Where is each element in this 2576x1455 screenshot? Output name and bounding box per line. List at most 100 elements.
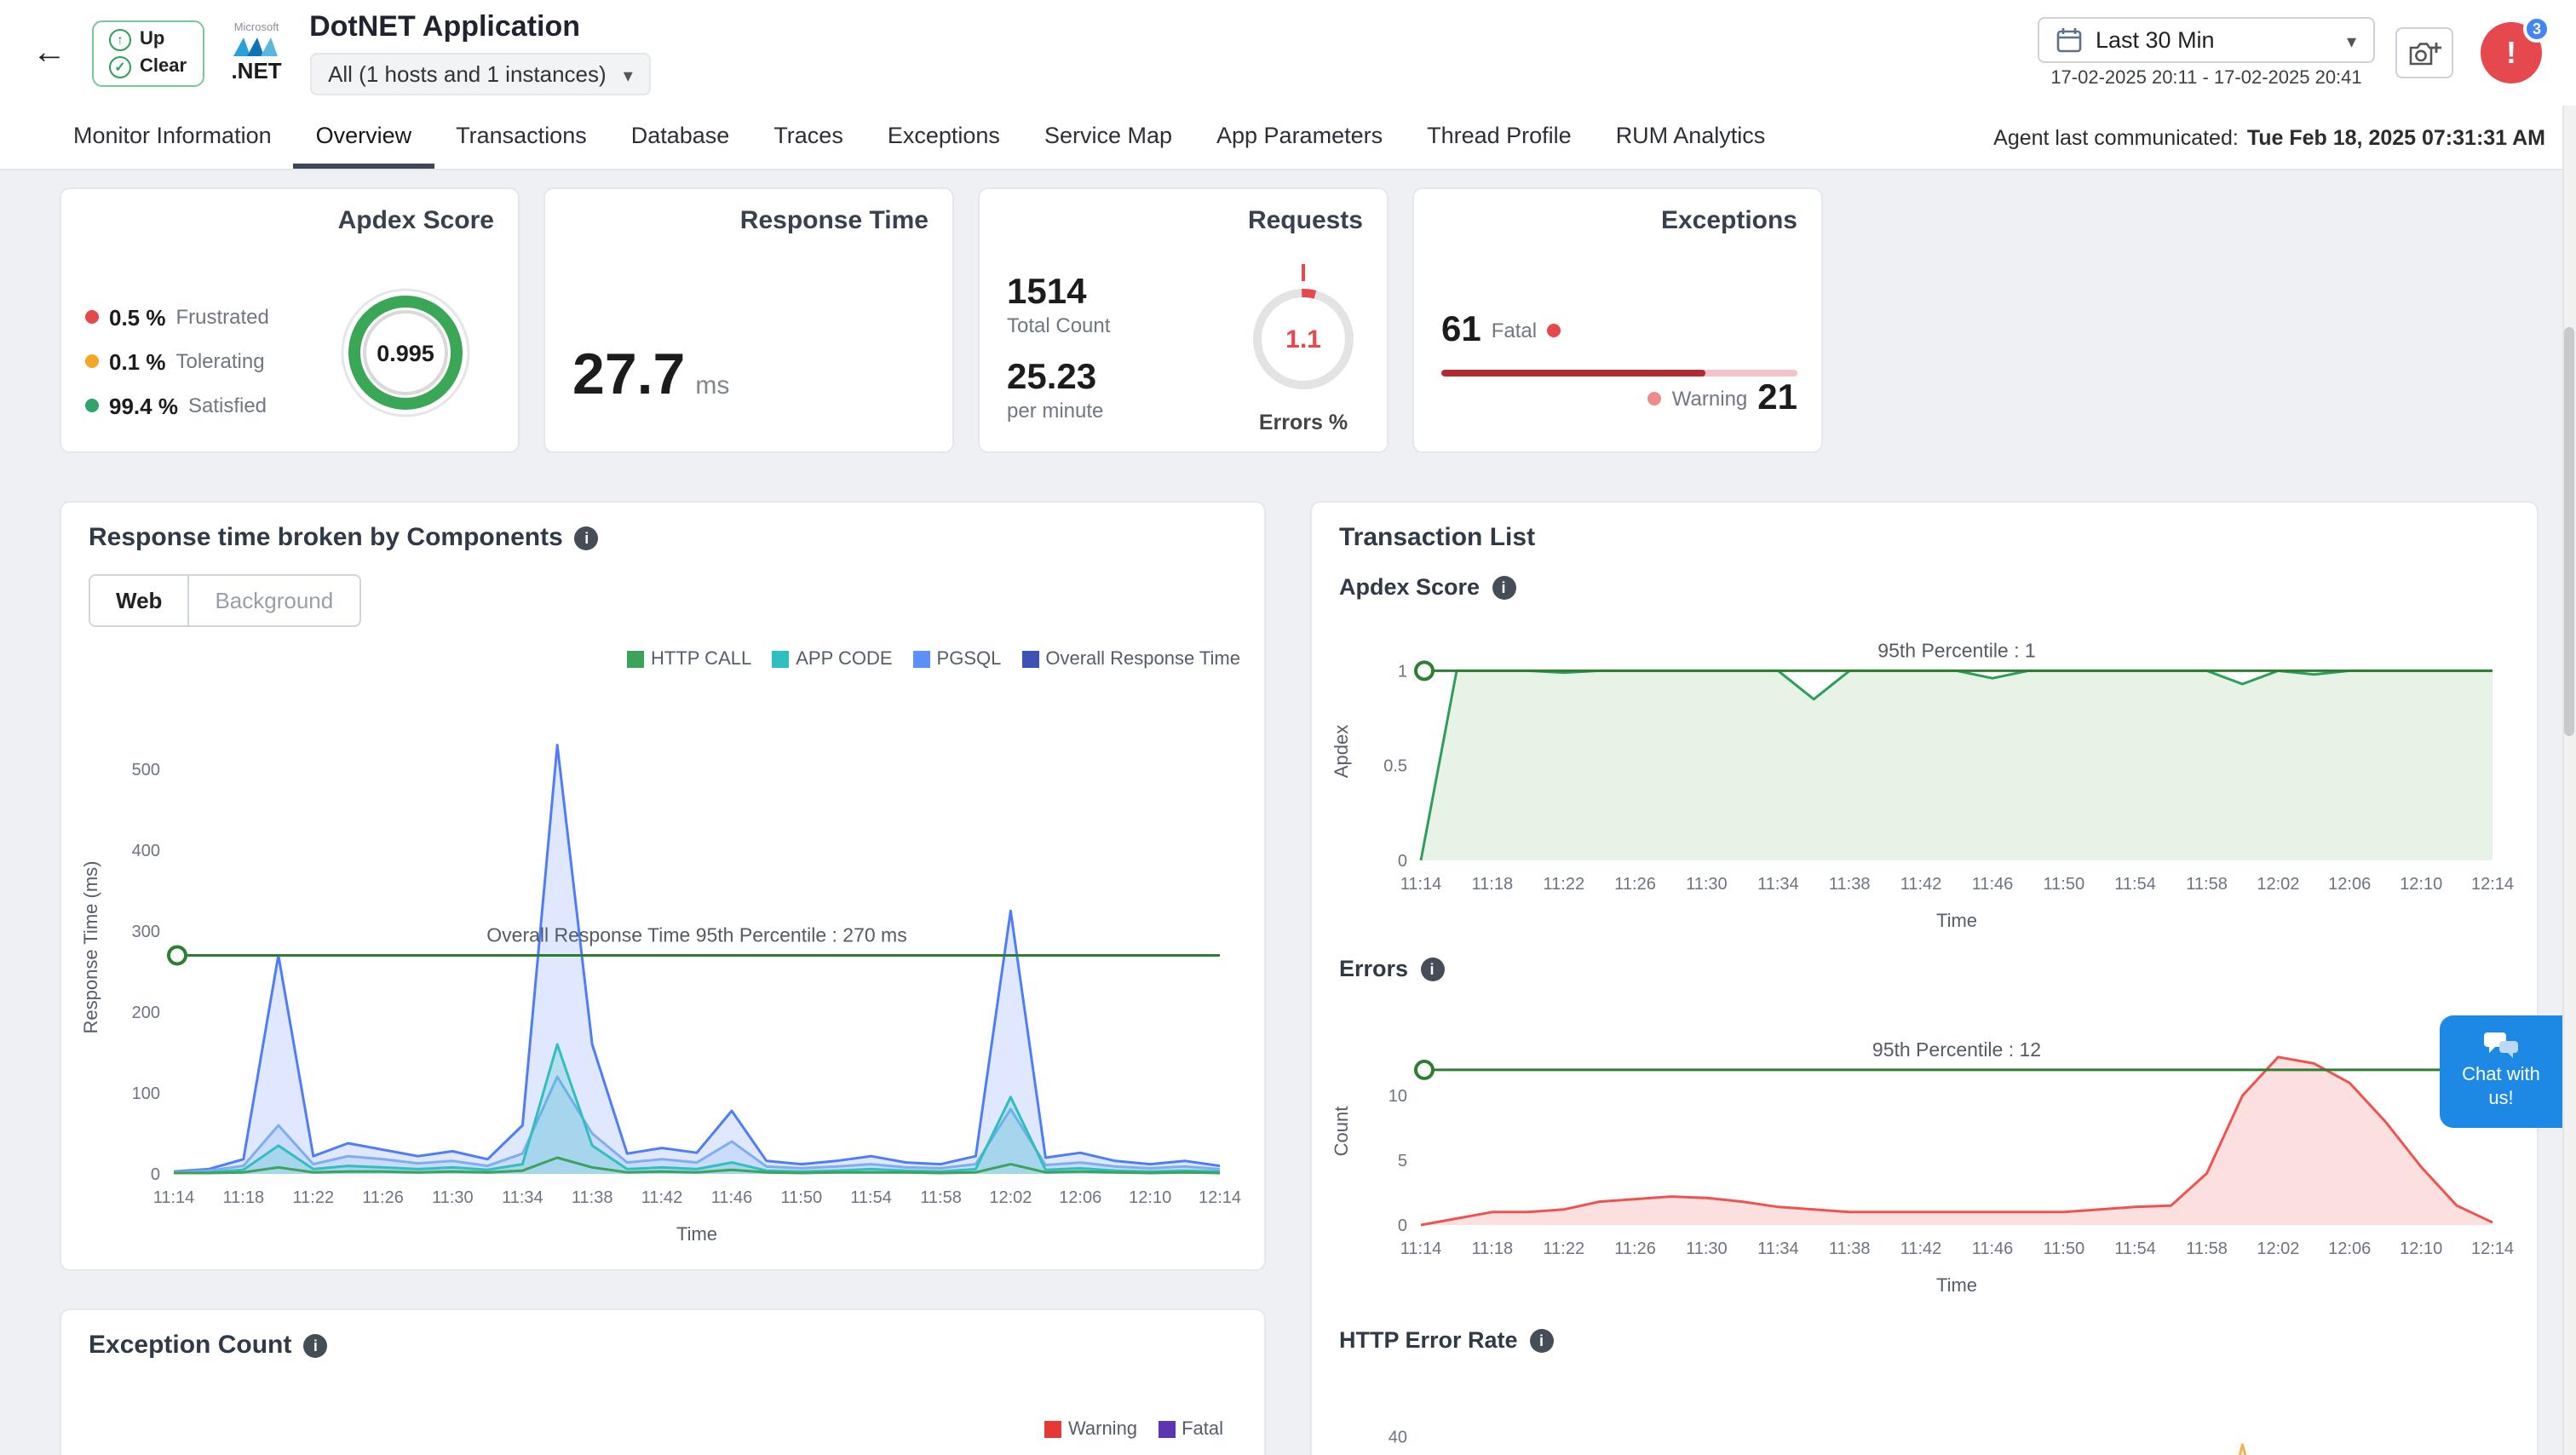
apdex-trend-title: Apdex Score [1339, 574, 1515, 600]
tab-overview[interactable]: Overview [294, 106, 434, 169]
tab-transactions[interactable]: Transactions [434, 106, 609, 169]
apdex-row-pct: 0.1 % [109, 348, 166, 374]
svg-text:12:10: 12:10 [1129, 1188, 1171, 1207]
errors-trend-title: Errors [1339, 956, 1444, 981]
errors-gauge-label: Errors % [1239, 411, 1368, 434]
status-dot-icon [85, 354, 99, 368]
tab-bar: Monitor InformationOverviewTransactionsD… [0, 106, 2576, 170]
svg-text:1: 1 [1398, 662, 1407, 681]
svg-text:11:18: 11:18 [1472, 1239, 1514, 1258]
svg-text:5: 5 [1398, 1152, 1407, 1170]
transaction-list-title: Transaction List [1339, 523, 1535, 552]
legend-item[interactable]: PGSQL [913, 649, 1002, 670]
svg-text:11:22: 11:22 [1544, 875, 1585, 894]
agent-time: Tue Feb 18, 2025 07:31:31 AM [2247, 125, 2545, 149]
apdex-row-label: Tolerating [176, 349, 265, 373]
svg-text:Count: Count [1331, 1107, 1352, 1157]
tab-rum-analytics[interactable]: RUM Analytics [1594, 106, 1788, 169]
date-range-label: 17-02-2025 20:11 - 17-02-2025 20:41 [2050, 68, 2361, 89]
errors-trend-chart[interactable]: 95th Percentile : 12051011:1411:1811:221… [1325, 997, 2527, 1303]
card-title: Exceptions [1661, 206, 1797, 235]
svg-text:500: 500 [132, 761, 160, 779]
tab-traces[interactable]: Traces [751, 106, 865, 169]
svg-text:11:18: 11:18 [1472, 875, 1514, 894]
apdex-trend-title-text: Apdex Score [1339, 574, 1480, 600]
time-range-dropdown[interactable]: Last 30 Min [2038, 17, 2375, 63]
response-time-number: 27.7 [572, 342, 685, 409]
web-background-toggle: Web Background [89, 574, 360, 627]
tab-app-parameters[interactable]: App Parameters [1194, 106, 1405, 169]
response-time-value: 27.7 ms [572, 342, 729, 409]
svg-text:11:22: 11:22 [293, 1188, 335, 1207]
svg-text:12:10: 12:10 [2400, 1239, 2442, 1258]
transaction-list-panel: Transaction List Apdex Score 95th Percen… [1310, 501, 2539, 1455]
screenshot-button[interactable] [2395, 27, 2453, 78]
apdex-trend-chart[interactable]: 95th Percentile : 100.5111:1411:1811:221… [1325, 601, 2527, 939]
warning-row: Warning 21 [1648, 380, 1797, 417]
back-button[interactable] [24, 27, 75, 78]
svg-text:11:58: 11:58 [2186, 875, 2228, 894]
svg-text:11:30: 11:30 [432, 1188, 474, 1207]
svg-text:400: 400 [132, 842, 160, 860]
legend-swatch-icon [1021, 651, 1038, 668]
apdex-row-pct: 99.4 % [109, 393, 178, 418]
info-icon[interactable] [575, 526, 599, 549]
legend-item[interactable]: Overall Response Time [1021, 649, 1240, 670]
components-panel-title: Response time broken by Components [89, 523, 599, 552]
svg-text:11:14: 11:14 [153, 1188, 195, 1207]
requests-rate-label: per minute [1007, 397, 1110, 424]
tab-exceptions[interactable]: Exceptions [865, 106, 1022, 169]
tab-database[interactable]: Database [609, 106, 752, 169]
legend-swatch-icon [1158, 1421, 1175, 1438]
scrollbar-track [2562, 106, 2576, 1455]
legend-item[interactable]: Warning [1044, 1419, 1137, 1440]
info-icon[interactable] [1420, 957, 1444, 981]
status-box: Up Clear [92, 20, 204, 86]
camera-plus-icon [2408, 40, 2441, 66]
time-range-value: Last 30 Min [2096, 27, 2215, 53]
apdex-gauge: 0.995 [334, 281, 477, 424]
dotnet-label: .NET [231, 60, 281, 83]
requests-total: 1514 [1007, 274, 1110, 312]
legend-item[interactable]: APP CODE [772, 649, 892, 670]
top-bar: Up Clear Microsoft .NET DotNET Applicati… [0, 0, 2576, 106]
svg-text:11:58: 11:58 [2186, 1239, 2228, 1258]
svg-text:10: 10 [1389, 1087, 1407, 1106]
transaction-title-text: Transaction List [1339, 523, 1535, 552]
tab-service-map[interactable]: Service Map [1022, 106, 1194, 169]
components-chart[interactable]: Overall Response Time 95th Percentile : … [75, 680, 1254, 1252]
scrollbar-thumb[interactable] [2564, 327, 2574, 736]
legend-item[interactable]: Fatal [1158, 1419, 1223, 1440]
card-title: Requests [1248, 206, 1363, 235]
host-selector-dropdown[interactable]: All (1 hosts and 1 instances) [309, 53, 652, 95]
requests-stats: 1514 Total Count 25.23 per minute [1007, 274, 1110, 424]
svg-text:12:06: 12:06 [2328, 1239, 2371, 1258]
toggle-web[interactable]: Web [90, 576, 189, 625]
chat-widget[interactable]: Chat with us! [2440, 1015, 2562, 1128]
apdex-score-card: Apdex Score 0.5 %Frustrated0.1 %Tolerati… [60, 187, 520, 453]
exception-count-legend: Warning Fatal [1044, 1419, 1223, 1440]
info-icon[interactable] [1530, 1328, 1554, 1352]
user-avatar[interactable]: 3 [2481, 22, 2542, 83]
time-range-block: Last 30 Min 17-02-2025 20:11 - 17-02-202… [2038, 17, 2375, 89]
svg-text:12:02: 12:02 [2257, 1239, 2299, 1258]
info-icon[interactable] [1492, 575, 1515, 599]
legend-swatch-icon [1044, 1421, 1061, 1438]
http-error-rate-chart[interactable]: 0204011:1411:1811:2211:2611:3011:3411:38… [1325, 1365, 2527, 1455]
svg-text:Apdex: Apdex [1331, 725, 1352, 778]
requests-rate: 25.23 [1007, 359, 1110, 397]
tab-thread-profile[interactable]: Thread Profile [1405, 106, 1594, 169]
status-dot-icon [85, 399, 99, 412]
status-clear: Clear [109, 55, 187, 78]
exceptions-bar [1441, 370, 1797, 377]
svg-text:11:38: 11:38 [572, 1188, 613, 1207]
toggle-background[interactable]: Background [189, 576, 359, 625]
legend-item[interactable]: HTTP CALL [627, 649, 751, 670]
svg-text:11:50: 11:50 [2044, 875, 2085, 894]
tab-monitor-information[interactable]: Monitor Information [51, 106, 294, 169]
apdex-row-label: Satisfied [188, 394, 267, 417]
dotnet-logo: Microsoft .NET [231, 24, 282, 83]
info-icon[interactable] [303, 1333, 327, 1357]
svg-text:0.5: 0.5 [1383, 757, 1407, 776]
requests-total-label: Total Count [1007, 312, 1110, 339]
